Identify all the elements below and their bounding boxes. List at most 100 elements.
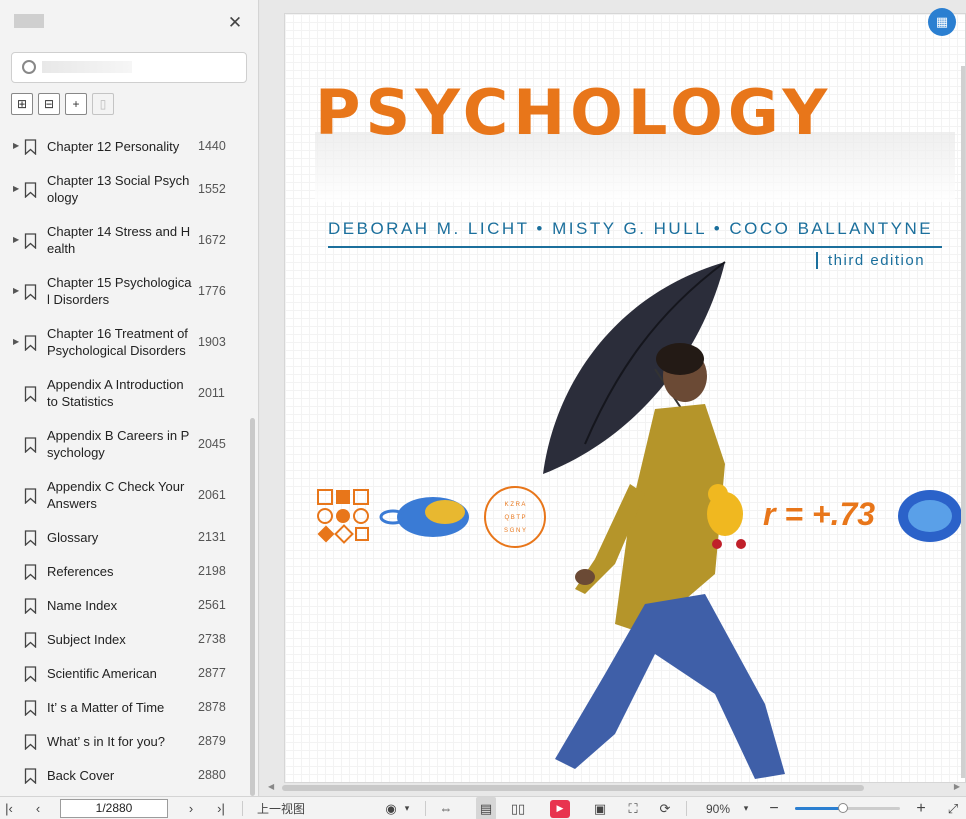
add-bookmark-icon[interactable]: +	[65, 93, 87, 115]
bookmark-item[interactable]: Appendix C Check Your Answers 2061	[0, 470, 250, 521]
prev-page-icon[interactable]: ‹	[30, 797, 46, 819]
zoom-slider[interactable]	[795, 803, 900, 813]
close-icon[interactable]: ✕	[226, 14, 244, 32]
zoom-dropdown-icon[interactable]: ▾	[741, 797, 751, 819]
test-patterns-icon	[317, 489, 369, 544]
floating-tool-button[interactable]: ▦	[928, 8, 956, 36]
page-number-input[interactable]: 1/2880	[60, 799, 168, 818]
bookmark-icon	[24, 666, 37, 682]
bookmark-item[interactable]: Appendix A Introduction to Statistics 201…	[0, 368, 250, 419]
bookmark-icon	[24, 232, 37, 249]
bookmark-icon	[24, 564, 37, 580]
eye-chart-row: Q B T P	[504, 515, 525, 521]
rotate-icon[interactable]: ⟳	[655, 797, 675, 819]
actual-size-icon[interactable]: ▣	[590, 797, 610, 819]
bookmark-icon	[24, 632, 37, 648]
bookmark-toolbar: ⊞ ⊟ + ▯	[11, 93, 114, 115]
bookmark-label: Subject Index	[47, 632, 126, 647]
bookmark-label: Chapter 16 Treatment of Psychological Di…	[47, 326, 188, 358]
bookmark-page-number: 2061	[198, 487, 226, 502]
bookmark-item[interactable]: It’ s a Matter of Time 2878	[0, 691, 250, 725]
bookmark-icon	[24, 700, 37, 716]
bookmark-icon	[24, 530, 37, 546]
bookmark-page-number: 2045	[198, 436, 226, 451]
expand-all-icon[interactable]: ⊞	[11, 93, 33, 115]
bookmark-icon	[24, 181, 37, 198]
zoom-in-icon[interactable]: +	[913, 797, 929, 819]
expand-arrow-icon[interactable]: ▶	[13, 141, 21, 150]
zoom-slider-knob[interactable]	[838, 803, 849, 813]
bookmark-label: Scientific American	[47, 666, 157, 681]
bookmark-page-number: 2198	[198, 564, 226, 578]
bookmark-page-number: 1776	[198, 283, 226, 298]
expand-arrow-icon[interactable]: ▶	[13, 235, 21, 244]
bookmark-page-number: 2879	[198, 734, 226, 748]
bookmark-icon	[24, 334, 37, 351]
bookmark-search-input[interactable]	[11, 52, 247, 83]
bookmark-label: Glossary	[47, 530, 99, 545]
two-page-icon[interactable]: ▯▯	[508, 797, 528, 819]
bookmark-sidebar: ✕ ⊞ ⊟ + ▯ ▶ Chapter 12 Personality 1440 ▶ Ch…	[0, 0, 259, 796]
pdf-page: PSYCHOLOGY DEBORAH M. LICHT • MISTY G. H…	[284, 13, 966, 783]
horizontal-scrollbar[interactable]: ◀ ▶	[268, 782, 960, 792]
bookmark-item[interactable]: References 2198	[0, 555, 250, 589]
page-vertical-scrollbar[interactable]	[961, 66, 965, 778]
bookmark-item[interactable]: ▶ Chapter 15 Psychologica l Disorders 1776	[0, 266, 250, 317]
previous-view-button[interactable]: 上一视图	[254, 797, 308, 819]
bookmark-item[interactable]: Name Index 2561	[0, 589, 250, 623]
zoom-level[interactable]: 90%	[700, 797, 736, 819]
bookmark-page-number: 2880	[198, 768, 226, 782]
scroll-thumb[interactable]	[282, 785, 864, 791]
bookmark-item[interactable]: Back Cover 2880	[0, 759, 250, 793]
bookmark-item[interactable]: ▶ Chapter 12 Personality 1440	[0, 130, 250, 164]
expand-arrow-icon[interactable]: ▶	[13, 184, 21, 193]
next-page-icon[interactable]: ›	[183, 797, 199, 819]
zoom-out-icon[interactable]: −	[766, 797, 782, 819]
correlation-text: r = +.73	[763, 496, 876, 532]
bookmark-label: Appendix B Careers in P sychology	[47, 428, 190, 460]
bookmark-page-number: 2738	[198, 632, 226, 646]
bookmark-label: Chapter 15 Psychologica l Disorders	[47, 275, 192, 307]
single-page-icon[interactable]: ▤	[476, 797, 496, 819]
search-placeholder	[42, 61, 132, 73]
cover-illustration: K Z R A Q B T P S G N Y	[317, 261, 962, 779]
bookmark-item[interactable]: ▶ Chapter 13 Social Psych ology 1552	[0, 164, 250, 215]
bookmark-page-number: 2877	[198, 666, 226, 680]
bookmark-item[interactable]: What’ s in It for you? 2879	[0, 725, 250, 759]
scroll-right-icon[interactable]: ▶	[954, 782, 960, 791]
collapse-all-icon[interactable]: ⊟	[38, 93, 60, 115]
bookmark-label: Appendix C Check Your Answers	[47, 479, 185, 511]
bookmark-page-number: 1672	[198, 232, 226, 247]
expand-arrow-icon[interactable]: ▶	[13, 337, 21, 346]
chevron-down-icon[interactable]: ▾	[402, 797, 412, 819]
play-icon[interactable]: ▶	[548, 797, 572, 819]
fit-width-icon[interactable]: ⇔	[436, 797, 456, 819]
bookmark-icon	[24, 598, 37, 614]
document-viewport[interactable]: PSYCHOLOGY DEBORAH M. LICHT • MISTY G. H…	[260, 0, 966, 796]
remove-bookmark-icon: ▯	[92, 93, 114, 115]
bookmark-item[interactable]: Scientific American 2877	[0, 657, 250, 691]
expand-arrow-icon[interactable]: ▶	[13, 286, 21, 295]
fit-page-icon[interactable]: ⛶	[623, 797, 643, 819]
eye-chart-icon: K Z R A Q B T P S G N Y	[484, 486, 546, 548]
bookmark-icon	[24, 436, 37, 453]
bookmark-page-number: 2878	[198, 700, 226, 714]
last-page-icon[interactable]: ›|	[213, 797, 229, 819]
bookmark-item[interactable]: Subject Index 2738	[0, 623, 250, 657]
bookmark-label: References	[47, 564, 114, 579]
bookmark-item[interactable]: Glossary 2131	[0, 521, 250, 555]
bookmark-label: Appendix A Introduction to Statistics	[47, 377, 184, 409]
bookmark-item[interactable]: Appendix B Careers in P sychology 2045	[0, 419, 250, 470]
bookmark-item[interactable]: ▶ Chapter 14 Stress and H ealth 1672	[0, 215, 250, 266]
eye-icon[interactable]: ◉	[382, 797, 400, 819]
bookmark-item[interactable]: ▶ Chapter 16 Treatment of Psychological D…	[0, 317, 250, 368]
bookmark-icon	[24, 385, 37, 402]
fullscreen-icon[interactable]: ⤢	[944, 797, 962, 819]
status-toolbar: |‹ ‹ 1/2880 › ›| 上一视图 ◉ ▾ ⇔ ▤ ▯▯ ▶ ▣ ⛶ ⟳…	[0, 796, 966, 819]
bookmark-icon	[24, 283, 37, 300]
scroll-left-icon[interactable]: ◀	[268, 782, 274, 791]
first-page-icon[interactable]: |‹	[2, 797, 16, 819]
bookmark-icon	[24, 734, 37, 750]
bookmark-label: Back Cover	[47, 768, 115, 783]
sidebar-scrollbar[interactable]	[250, 418, 255, 796]
